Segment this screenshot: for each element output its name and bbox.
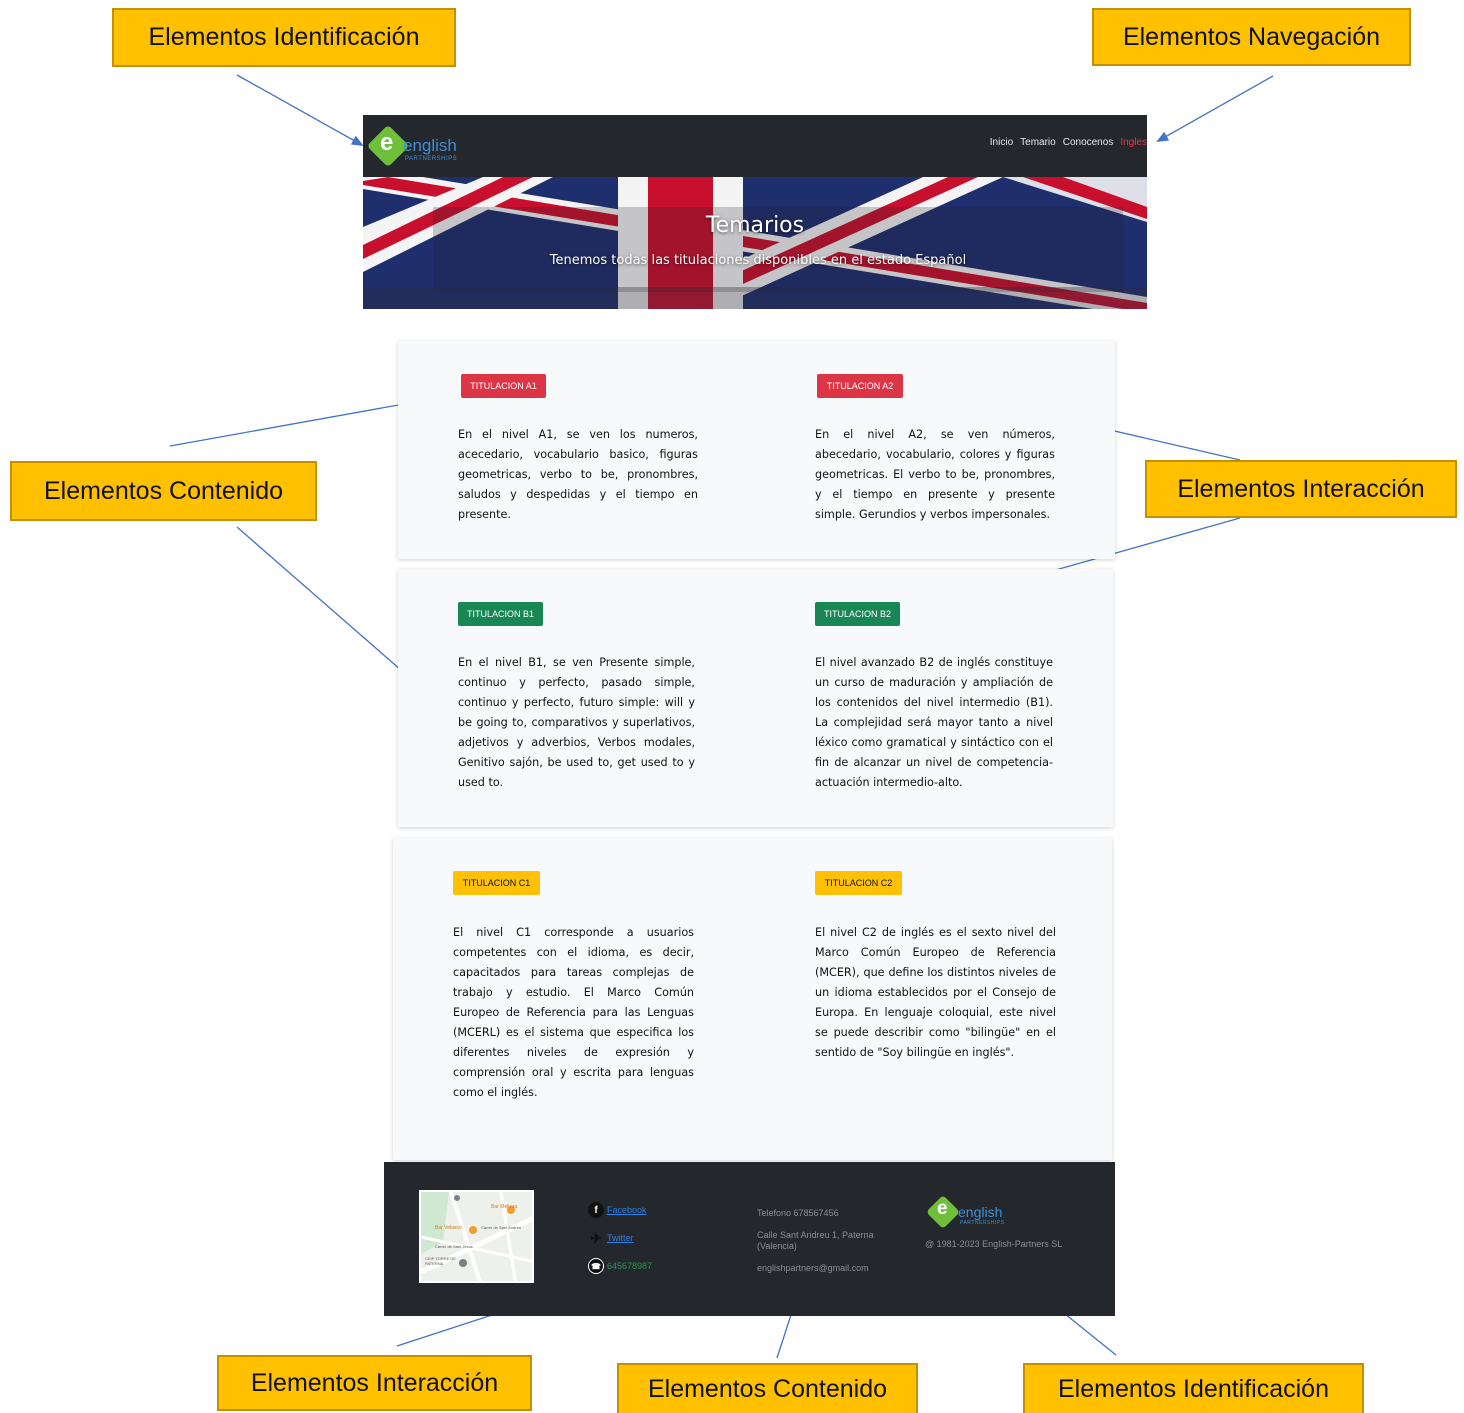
map-label-bar-melissa: Bar Melissa [491, 1204, 518, 1210]
card-level-c: TITULACION C1 TITULACION C2 El nivel C1 … [393, 838, 1112, 1160]
footer-email: englishpartners@gmail.com [757, 1263, 869, 1273]
nav-item-ingles[interactable]: Ingles [1120, 137, 1147, 148]
nav-item-temario[interactable]: Temario [1020, 137, 1056, 148]
nav-item-conocenos[interactable]: Conocenos [1063, 137, 1114, 148]
label-identificacion-top: Elementos Identificación [112, 8, 456, 67]
facebook-link[interactable]: Facebook [607, 1205, 647, 1215]
footer-logo-e: e [937, 1198, 948, 1219]
arrow-navegacion [1156, 75, 1274, 142]
nav-links: Inicio Temario Conocenos Ingles [990, 137, 1147, 148]
text-level-b1: En el nivel B1, se ven Presente simple, … [458, 656, 695, 789]
social-whatsapp[interactable]: ☎ 645678987 [588, 1258, 652, 1274]
text-level-b2: El nivel avanzado B2 de inglés constituy… [815, 656, 1053, 789]
text-level-a2: En el nivel A2, se ven números, abecedar… [815, 428, 1055, 521]
text-level-c2: El nivel C2 de inglés es el sexto nivel … [815, 926, 1056, 1059]
label-identificacion-bottom: Elementos Identificación [1023, 1363, 1364, 1413]
social-twitter[interactable]: ✈ Twitter [588, 1229, 634, 1246]
label-interaccion-bottom: Elementos Interacción [217, 1355, 532, 1411]
nav-item-inicio[interactable]: Inicio [990, 137, 1013, 148]
text-level-a1: En el nivel A1, se ven los numeros, acec… [458, 428, 698, 521]
footer-logo-sub: PARTNERSHIPS [960, 1220, 1005, 1226]
badge-titulacion-a1[interactable]: TITULACION A1 [461, 374, 546, 398]
logo-e: e [380, 129, 394, 156]
whatsapp-icon: ☎ [588, 1258, 604, 1274]
map-label-ceip: CEIP TORRE DE PATERNA [425, 1256, 456, 1266]
social-facebook[interactable]: f Facebook [588, 1202, 647, 1218]
location-map[interactable]: Bar Melissa Bar Velasco Carrer de Sant A… [419, 1190, 534, 1283]
map-label-sant-jesus: Carrer de Sant Jesús [435, 1244, 473, 1249]
footer: Bar Melissa Bar Velasco Carrer de Sant A… [384, 1162, 1115, 1316]
footer-copyright: @ 1981-2023 English-Partners SL [925, 1239, 1063, 1249]
whatsapp-number[interactable]: 645678987 [607, 1261, 652, 1271]
twitter-link[interactable]: Twitter [607, 1233, 634, 1243]
footer-address-line1: Calle Sant Andreu 1, Paterna [757, 1230, 874, 1240]
map-label-bar-velasco: Bar Velasco [435, 1225, 462, 1231]
logo-word: english [403, 136, 457, 155]
footer-phone: Telefono 678567456 [757, 1208, 839, 1218]
badge-titulacion-b2[interactable]: TITULACION B2 [815, 602, 900, 626]
card-level-a: TITULACION A1 TITULACION A2 En el nivel … [398, 341, 1115, 559]
badge-titulacion-c2[interactable]: TITULACION C2 [815, 871, 902, 895]
hero-banner: Temarios Tenemos todas las titulaciones … [363, 177, 1147, 309]
hero-title: Temarios [705, 213, 805, 238]
label-contenido-bottom: Elementos Contenido [617, 1363, 918, 1413]
logo-sub: PARTNERSHIPS [405, 156, 458, 162]
text-level-c1: El nivel C1 corresponde a usuarios compe… [453, 926, 694, 1099]
footer-address-line2: (Valencia) [757, 1241, 797, 1251]
footer-logo-word: english [958, 1204, 1003, 1220]
badge-titulacion-c1[interactable]: TITULACION C1 [453, 871, 540, 895]
card-level-b: TITULACION B1 TITULACION B2 En el nivel … [398, 569, 1113, 827]
label-interaccion-mid: Elementos Interacción [1145, 460, 1457, 518]
badge-titulacion-b1[interactable]: TITULACION B1 [458, 602, 543, 626]
map-label-sant-andreu: Carrer de Sant Andreu [481, 1225, 522, 1230]
hero-subtitle: Tenemos todas las titulaciones disponibl… [549, 253, 967, 268]
arrow-identificacion-top [236, 74, 364, 146]
label-navegacion: Elementos Navegación [1092, 8, 1411, 66]
label-contenido-mid: Elementos Contenido [10, 461, 317, 521]
facebook-icon: f [588, 1202, 604, 1218]
navbar: e english PARTNERSHIPS Inicio Temario Co… [363, 115, 1147, 177]
badge-titulacion-a2[interactable]: TITULACION A2 [817, 374, 903, 398]
twitter-icon: ✈ [590, 1229, 602, 1246]
